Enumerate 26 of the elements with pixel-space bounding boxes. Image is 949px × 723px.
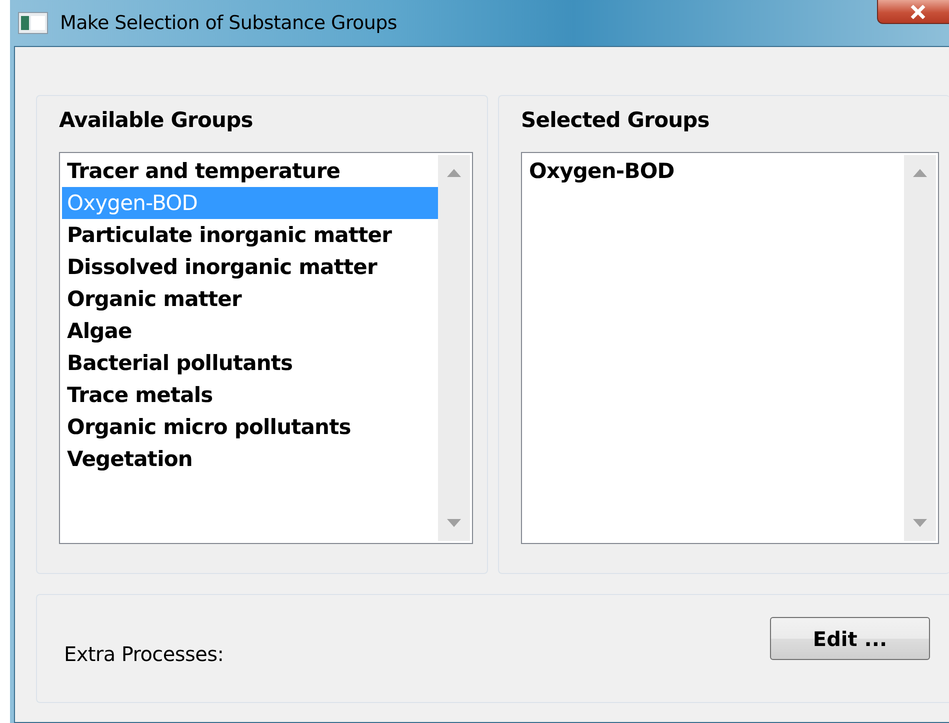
list-item[interactable]: Organic micro pollutants bbox=[62, 411, 438, 443]
list-item[interactable]: Algae bbox=[62, 315, 438, 347]
list-item[interactable]: Particulate inorganic matter bbox=[62, 219, 438, 251]
scrollbar[interactable] bbox=[904, 155, 936, 541]
panel-heading: Selected Groups bbox=[521, 108, 710, 134]
edit-button[interactable]: Edit ... bbox=[770, 617, 930, 660]
list-item[interactable]: Trace metals bbox=[62, 379, 438, 411]
scroll-down-icon[interactable] bbox=[447, 519, 461, 527]
list-item[interactable]: Bacterial pollutants bbox=[62, 347, 438, 379]
panel-heading: Available Groups bbox=[59, 108, 254, 134]
list-item[interactable]: Oxygen-BOD bbox=[524, 155, 904, 187]
list-item[interactable]: Organic matter bbox=[62, 283, 438, 315]
list-item[interactable]: Dissolved inorganic matter bbox=[62, 251, 438, 283]
list-item[interactable]: Vegetation bbox=[62, 443, 438, 475]
scroll-down-icon[interactable] bbox=[913, 519, 927, 527]
scroll-up-icon[interactable] bbox=[447, 169, 461, 177]
list-item[interactable]: Tracer and temperature bbox=[62, 155, 438, 187]
window-title: Make Selection of Substance Groups bbox=[60, 12, 397, 34]
available-list[interactable]: Tracer and temperature Oxygen-BOD Particulate inorganic matter Dissolved inorganic matter Organic matter Algae Bacterial pollutants Trace metals Organic micro pollutants Vegetation bbox=[59, 152, 473, 544]
close-button[interactable] bbox=[877, 0, 949, 24]
scrollbar[interactable] bbox=[438, 155, 470, 541]
close-icon bbox=[910, 4, 926, 18]
extra-processes-label: Extra Processes: bbox=[64, 640, 224, 666]
scroll-up-icon[interactable] bbox=[913, 169, 927, 177]
window-icon bbox=[18, 12, 48, 34]
selected-list[interactable]: Oxygen-BOD bbox=[521, 152, 939, 544]
